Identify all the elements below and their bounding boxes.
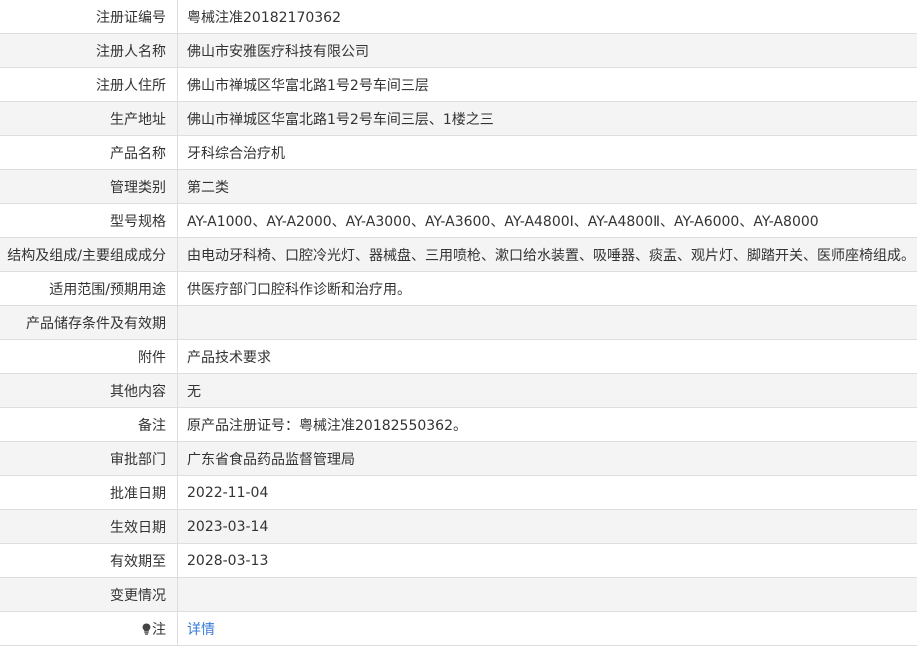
row-value-production-address: 佛山市禅城区华富北路1号2号车间三层、1楼之三	[178, 102, 917, 136]
row-label-effective-date: 生效日期	[0, 510, 178, 544]
table-row: 产品名称 牙科综合治疗机	[0, 136, 917, 170]
table-row: 有效期至 2028-03-13	[0, 544, 917, 578]
row-label-approval-department: 审批部门	[0, 442, 178, 476]
row-label-approval-date: 批准日期	[0, 476, 178, 510]
row-label-registrant-name: 注册人名称	[0, 34, 178, 68]
table-row: 批准日期 2022-11-04	[0, 476, 917, 510]
table-row: 产品储存条件及有效期	[0, 306, 917, 340]
row-value-structure-composition: 由电动牙科椅、口腔冷光灯、器械盘、三用喷枪、漱口给水装置、吸唾器、痰盂、观片灯、…	[178, 238, 917, 272]
table-row: 适用范围/预期用途 供医疗部门口腔科作诊断和治疗用。	[0, 272, 917, 306]
row-label-valid-until: 有效期至	[0, 544, 178, 578]
table-row: 注册人住所 佛山市禅城区华富北路1号2号车间三层	[0, 68, 917, 102]
table-row: 变更情况	[0, 578, 917, 612]
row-label-model-spec: 型号规格	[0, 204, 178, 238]
row-label-product-name: 产品名称	[0, 136, 178, 170]
table-row: 备注 原产品注册证号：粤械注准20182550362。	[0, 408, 917, 442]
table-row: 注册证编号 粤械注准20182170362	[0, 0, 917, 34]
lightbulb-icon	[142, 623, 151, 635]
row-label-attachment: 附件	[0, 340, 178, 374]
table-row: 审批部门 广东省食品药品监督管理局	[0, 442, 917, 476]
registration-detail-table: 注册证编号 粤械注准20182170362 注册人名称 佛山市安雅医疗科技有限公…	[0, 0, 917, 646]
row-value-intended-use: 供医疗部门口腔科作诊断和治疗用。	[178, 272, 917, 306]
row-value-attachment: 产品技术要求	[178, 340, 917, 374]
table-row: 注册人名称 佛山市安雅医疗科技有限公司	[0, 34, 917, 68]
row-value-management-category: 第二类	[178, 170, 917, 204]
table-row: 型号规格 AY-A1000、AY-A2000、AY-A3000、AY-A3600…	[0, 204, 917, 238]
table-row: 管理类别 第二类	[0, 170, 917, 204]
row-value-other-content: 无	[178, 374, 917, 408]
row-label-production-address: 生产地址	[0, 102, 178, 136]
row-label-management-category: 管理类别	[0, 170, 178, 204]
row-label-registrant-address: 注册人住所	[0, 68, 178, 102]
row-value-remarks: 原产品注册证号：粤械注准20182550362。	[178, 408, 917, 442]
row-label-change-status: 变更情况	[0, 578, 178, 612]
row-value-registrant-name: 佛山市安雅医疗科技有限公司	[178, 34, 917, 68]
row-value-product-name: 牙科综合治疗机	[178, 136, 917, 170]
row-label-registration-number: 注册证编号	[0, 0, 178, 34]
details-link[interactable]: 详情	[187, 622, 215, 638]
note-label: 注	[152, 622, 166, 638]
row-value-valid-until: 2028-03-13	[178, 544, 917, 578]
table-row: 其他内容 无	[0, 374, 917, 408]
row-value-effective-date: 2023-03-14	[178, 510, 917, 544]
table-row: 生效日期 2023-03-14	[0, 510, 917, 544]
row-label-intended-use: 适用范围/预期用途	[0, 272, 178, 306]
row-label-storage-validity: 产品储存条件及有效期	[0, 306, 178, 340]
table-row: 结构及组成/主要组成成分 由电动牙科椅、口腔冷光灯、器械盘、三用喷枪、漱口给水装…	[0, 238, 917, 272]
row-value-model-spec: AY-A1000、AY-A2000、AY-A3000、AY-A3600、AY-A…	[178, 204, 917, 238]
row-value-registrant-address: 佛山市禅城区华富北路1号2号车间三层	[178, 68, 917, 102]
row-label-remarks: 备注	[0, 408, 178, 442]
table-row: 附件 产品技术要求	[0, 340, 917, 374]
row-value-change-status	[178, 578, 917, 612]
table-row-note: 注 详情	[0, 612, 917, 646]
row-label-other-content: 其他内容	[0, 374, 178, 408]
row-value-approval-date: 2022-11-04	[178, 476, 917, 510]
row-label-note: 注	[0, 612, 178, 646]
row-label-structure-composition: 结构及组成/主要组成成分	[0, 238, 178, 272]
row-value-registration-number: 粤械注准20182170362	[178, 0, 917, 34]
table-row: 生产地址 佛山市禅城区华富北路1号2号车间三层、1楼之三	[0, 102, 917, 136]
row-value-note: 详情	[178, 612, 917, 646]
row-value-approval-department: 广东省食品药品监督管理局	[178, 442, 917, 476]
row-value-storage-validity	[178, 306, 917, 340]
